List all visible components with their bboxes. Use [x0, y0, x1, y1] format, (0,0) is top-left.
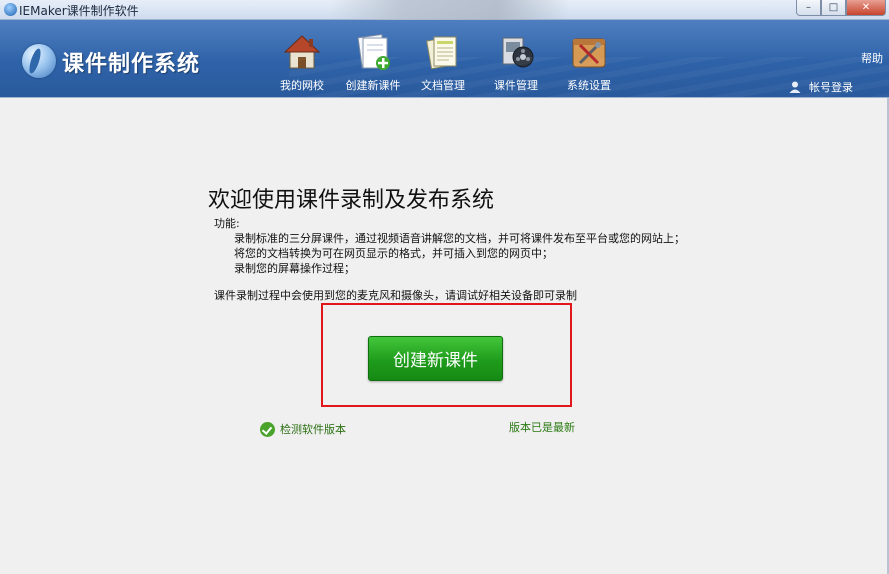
window-title: IEMaker课件制作软件 [19, 4, 139, 18]
nav-label: 课件管理 [494, 79, 538, 92]
device-notice: 课件录制过程中会使用到您的麦克风和摄像头，请调试好相关设备即可录制 [214, 289, 577, 302]
close-button[interactable]: ✕ [846, 0, 886, 16]
help-link[interactable]: 帮助 [861, 50, 883, 66]
features-heading: 功能: [214, 217, 240, 230]
house-icon [283, 35, 321, 69]
check-version-label: 检测软件版本 [280, 423, 346, 436]
welcome-title: 欢迎使用课件录制及发布系统 [208, 188, 495, 213]
check-icon [260, 421, 275, 437]
window-controls: – □ ✕ [796, 0, 886, 16]
login-label: 帐号登录 [809, 81, 853, 94]
nav-system-settings[interactable]: 系统设置 [557, 20, 621, 93]
blurred-region [330, 0, 570, 20]
tools-icon [572, 38, 606, 68]
app-header: 课件制作系统 我的网校 创建新课件 文档管理 课件管理 系统设置 帮助 [0, 20, 889, 98]
window-title-bar[interactable]: IEMaker课件制作软件 – □ ✕ [0, 0, 889, 20]
film-reel-icon [502, 37, 534, 68]
minimize-button[interactable]: – [796, 0, 821, 16]
nav-create-courseware[interactable]: 创建新课件 [341, 20, 405, 93]
logo-icon [22, 44, 56, 78]
create-courseware-button[interactable]: 创建新课件 [368, 336, 503, 381]
check-version-link[interactable]: 检测软件版本 [260, 421, 346, 437]
maximize-button[interactable]: □ [821, 0, 846, 16]
nav-courseware-management[interactable]: 课件管理 [484, 20, 548, 93]
nav-label: 创建新课件 [345, 79, 401, 92]
feature-item: 录制标准的三分屏课件，通过视频语音讲解您的文档，并可将课件发布至平台或您的网站上… [234, 232, 685, 245]
nav-document-management[interactable]: 文档管理 [411, 20, 475, 93]
nav-label: 我的网校 [280, 79, 324, 92]
app-icon [4, 3, 17, 16]
nav-label: 文档管理 [421, 79, 465, 92]
new-document-icon [357, 33, 390, 70]
version-status: 版本已是最新 [509, 421, 575, 434]
feature-item: 录制您的屏幕操作过程； [234, 262, 355, 275]
account-login-link[interactable]: 帐号登录 [789, 79, 853, 95]
app-logo-text: 课件制作系统 [62, 52, 201, 77]
nav-my-school[interactable]: 我的网校 [270, 20, 334, 93]
user-icon [789, 81, 801, 93]
documents-icon [426, 36, 457, 70]
feature-item: 将您的文档转换为可在网页显示的格式，并可插入到您的网页中； [234, 247, 553, 260]
nav-label: 系统设置 [567, 79, 611, 92]
